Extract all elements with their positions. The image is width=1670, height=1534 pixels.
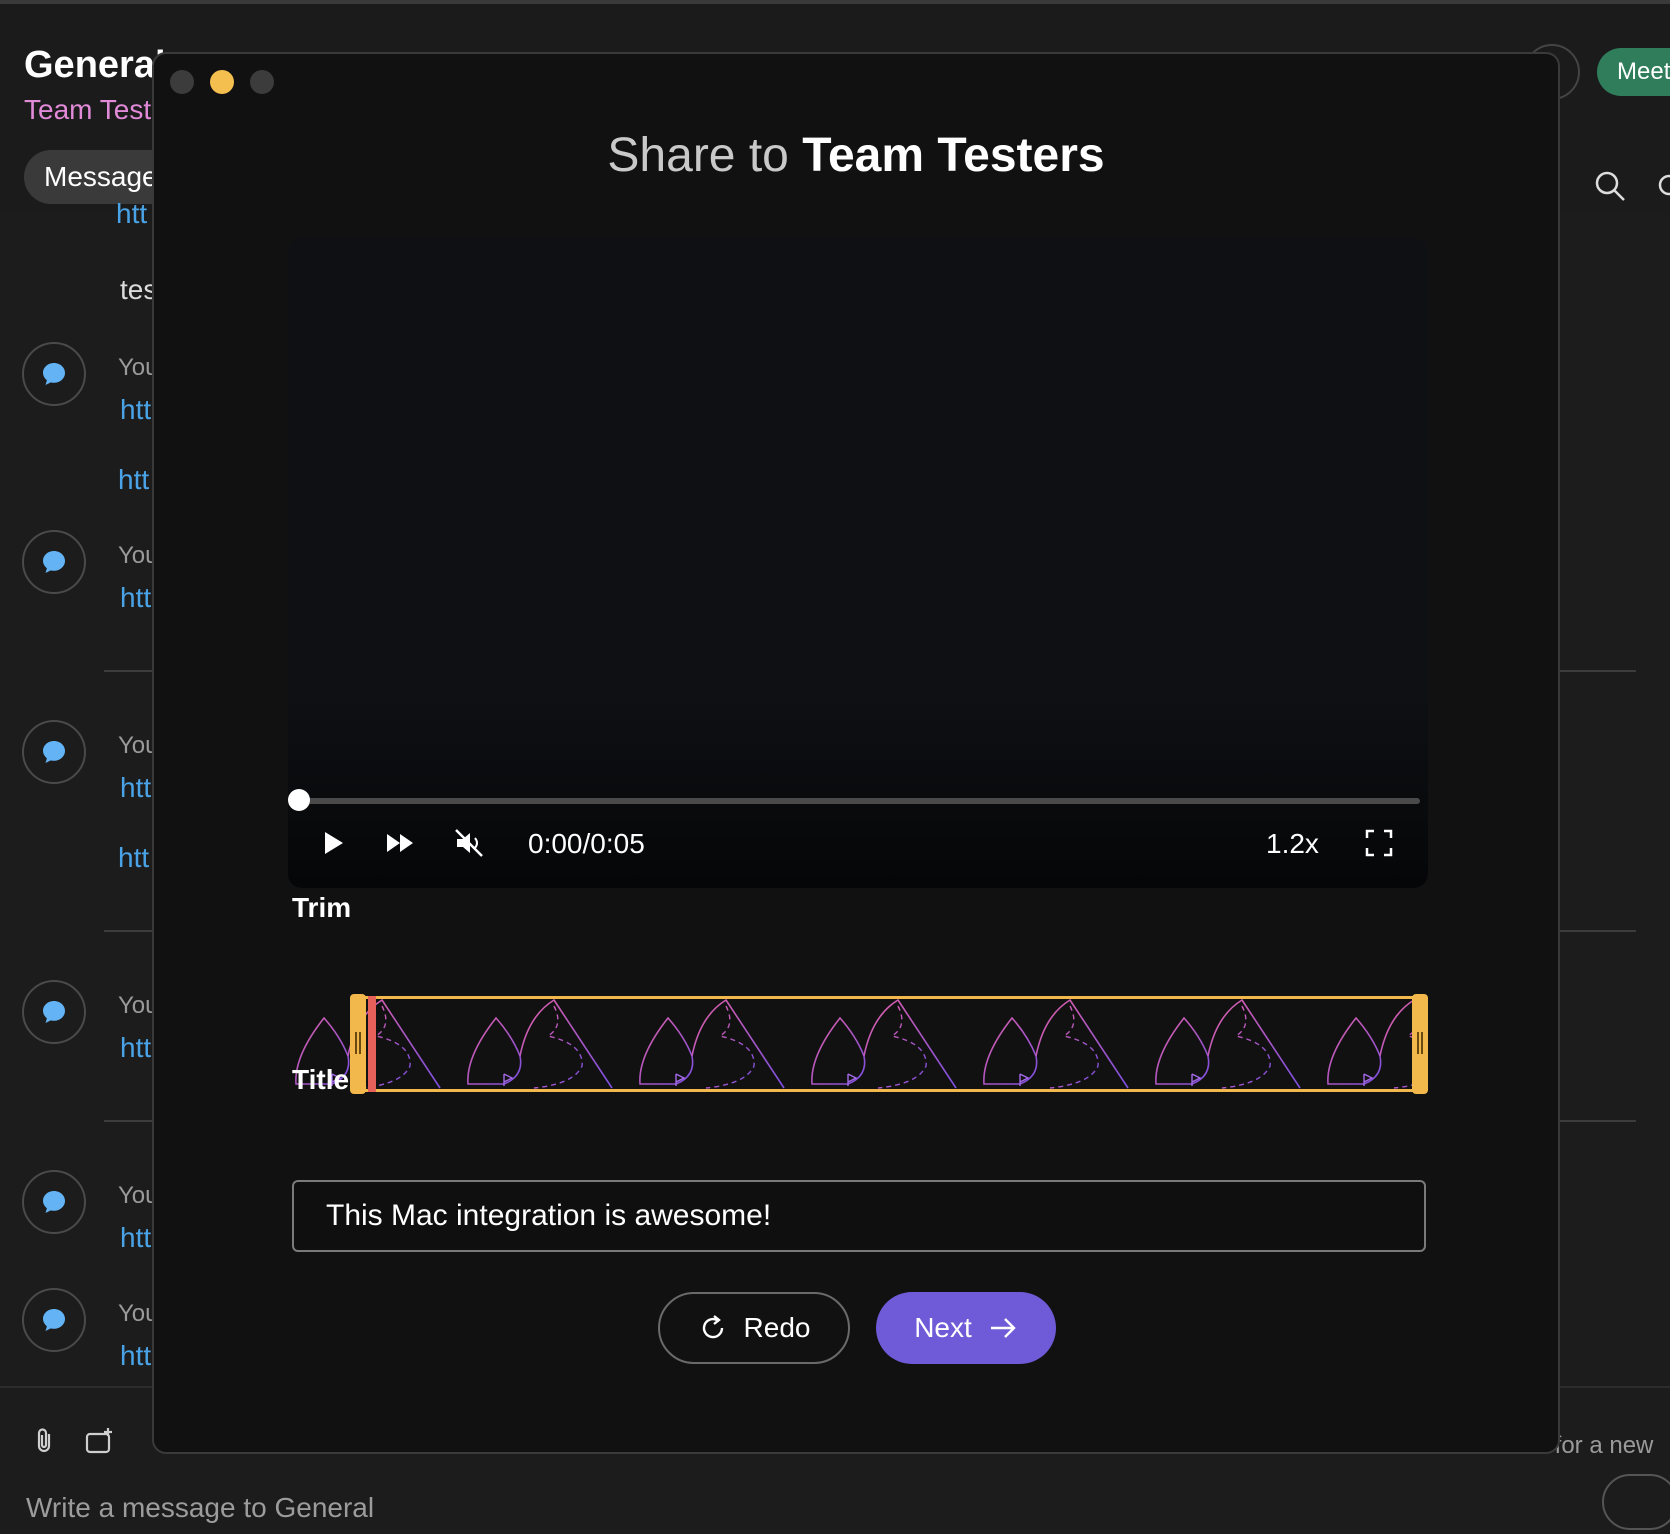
share-dialog: Share to Team Testers 0:00/0:05 1.2x Tri…: [152, 52, 1560, 1454]
dialog-title-prefix: Share to: [607, 129, 789, 182]
gear-icon[interactable]: [1654, 170, 1670, 200]
paperclip-icon[interactable]: [30, 1426, 60, 1456]
message-link[interactable]: htt: [120, 1032, 151, 1064]
message-link[interactable]: htt: [118, 842, 149, 874]
play-icon: [325, 832, 343, 854]
divider: [1560, 930, 1636, 932]
grip-icon: [1417, 1032, 1423, 1054]
message-link[interactable]: htt: [120, 772, 151, 804]
divider: [1560, 1120, 1636, 1122]
arrow-right-icon: [990, 1318, 1016, 1338]
chat-bubble-icon: [43, 1309, 65, 1331]
redo-label: Redo: [743, 1312, 811, 1343]
message-input[interactable]: Write a message to General: [26, 1492, 374, 1524]
next-label: Next: [914, 1312, 972, 1343]
divider: [1560, 670, 1636, 672]
avatar[interactable]: [22, 530, 86, 594]
grip-icon: [355, 1032, 361, 1054]
chat-bubble-icon: [43, 1191, 65, 1213]
fullscreen-icon: [1365, 829, 1393, 857]
avatar[interactable]: [22, 1170, 86, 1234]
trim-label: Trim: [292, 892, 352, 923]
message-link[interactable]: htt: [120, 1222, 151, 1254]
search-icon[interactable]: [1594, 170, 1626, 202]
title-input[interactable]: [292, 1180, 1426, 1252]
fast-forward-button[interactable]: [376, 818, 426, 868]
avatar[interactable]: [22, 342, 86, 406]
chat-bubble-icon: [43, 551, 65, 573]
add-screen-icon[interactable]: [84, 1426, 114, 1456]
trim-end-handle[interactable]: [1412, 994, 1428, 1094]
window-minimize-button[interactable]: [210, 70, 234, 94]
message-link[interactable]: htt: [116, 198, 147, 230]
fast-forward-icon: [387, 834, 413, 852]
redo-icon: [702, 1315, 723, 1339]
speaker-muted-icon: [455, 829, 483, 857]
avatar[interactable]: [22, 1288, 86, 1352]
progress-handle[interactable]: [288, 789, 310, 811]
avatar[interactable]: [22, 720, 86, 784]
chat-bubble-icon: [43, 363, 65, 385]
mute-button[interactable]: [444, 818, 494, 868]
chat-bubble-icon: [43, 741, 65, 763]
dialog-title: Share to Team Testers: [154, 128, 1558, 183]
message-link[interactable]: htt: [120, 582, 151, 614]
trim-selection[interactable]: [352, 996, 1426, 1092]
window-close-button[interactable]: [170, 70, 194, 94]
dialog-title-target: Team Testers: [802, 129, 1105, 182]
message-link[interactable]: htt: [118, 464, 149, 496]
progress-bar[interactable]: [298, 798, 1420, 804]
next-button[interactable]: Next: [876, 1292, 1056, 1364]
title-label: Title: [292, 1064, 350, 1095]
message-link[interactable]: htt: [120, 1340, 151, 1372]
meet-button[interactable]: Meet: [1597, 48, 1670, 96]
redo-button[interactable]: Redo: [658, 1292, 850, 1364]
playback-speed-button[interactable]: 1.2x: [1266, 828, 1319, 860]
send-button[interactable]: [1602, 1474, 1670, 1530]
video-player[interactable]: 0:00/0:05 1.2x: [288, 238, 1428, 888]
avatar[interactable]: [22, 980, 86, 1044]
fullscreen-button[interactable]: [1354, 818, 1404, 868]
window-zoom-button[interactable]: [250, 70, 274, 94]
play-button[interactable]: [308, 818, 358, 868]
trim-start-handle[interactable]: [350, 994, 366, 1094]
space-title: General: [24, 44, 166, 86]
playback-time: 0:00/0:05: [528, 828, 645, 859]
trim-playhead[interactable]: [368, 996, 376, 1092]
chat-bubble-icon: [43, 1001, 65, 1023]
message-link[interactable]: htt: [120, 394, 151, 426]
